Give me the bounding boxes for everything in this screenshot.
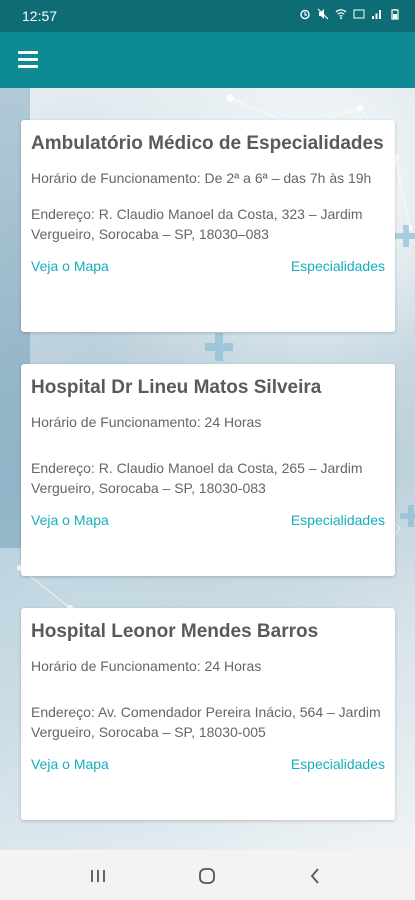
facility-title: Ambulatório Médico de Especialidades (31, 133, 384, 154)
alarm-icon (300, 9, 310, 20)
view-map-link[interactable]: Veja o Mapa (31, 510, 109, 530)
specialties-link[interactable]: Especialidades (291, 510, 385, 530)
facility-hours: Horário de Funcionamento: De 2ª a 6ª – d… (31, 170, 372, 186)
facility-title: Hospital Dr Lineu Matos Silveira (31, 377, 322, 398)
status-icons (299, 8, 401, 20)
wifi-icon (335, 9, 347, 20)
view-map-link[interactable]: Veja o Mapa (31, 256, 109, 276)
recent-apps-icon[interactable] (86, 866, 110, 886)
view-map-link[interactable]: Veja o Mapa (31, 754, 109, 774)
facility-card-2: Hospital Dr Lineu Matos Silveira Horário… (21, 364, 395, 576)
home-icon[interactable] (195, 866, 219, 886)
facility-address: Endereço: R. Claudio Manoel da Costa, 32… (31, 206, 363, 242)
status-time: 12:57 (22, 8, 58, 24)
system-navigation-bar (0, 850, 415, 900)
status-bar: 12:57 (0, 0, 415, 32)
mute-icon (317, 8, 329, 20)
facility-address: Endereço: Av. Comendador Pereira Inácio,… (31, 704, 381, 740)
signal-icon (372, 10, 381, 19)
card-links: Veja o Mapa Especialidades (31, 510, 385, 530)
specialties-link[interactable]: Especialidades (291, 256, 385, 276)
volte-icon (353, 9, 365, 19)
app-bar (0, 32, 415, 88)
specialties-link[interactable]: Especialidades (291, 754, 385, 774)
facility-card-1: Ambulatório Médico de Especialidades Hor… (21, 120, 395, 332)
facility-card-3: Hospital Leonor Mendes Barros Horário de… (21, 608, 395, 820)
card-links: Veja o Mapa Especialidades (31, 256, 385, 276)
facility-hours: Horário de Funcionamento: 24 Horas (31, 658, 262, 674)
back-icon[interactable] (303, 866, 327, 886)
facility-address: Endereço: R. Claudio Manoel da Costa, 26… (31, 460, 363, 496)
battery-icon (391, 9, 399, 20)
card-links: Veja o Mapa Especialidades (31, 754, 385, 774)
facility-title: Hospital Leonor Mendes Barros (31, 621, 319, 642)
facility-hours: Horário de Funcionamento: 24 Horas (31, 414, 262, 430)
hamburger-menu-icon[interactable] (18, 51, 38, 68)
